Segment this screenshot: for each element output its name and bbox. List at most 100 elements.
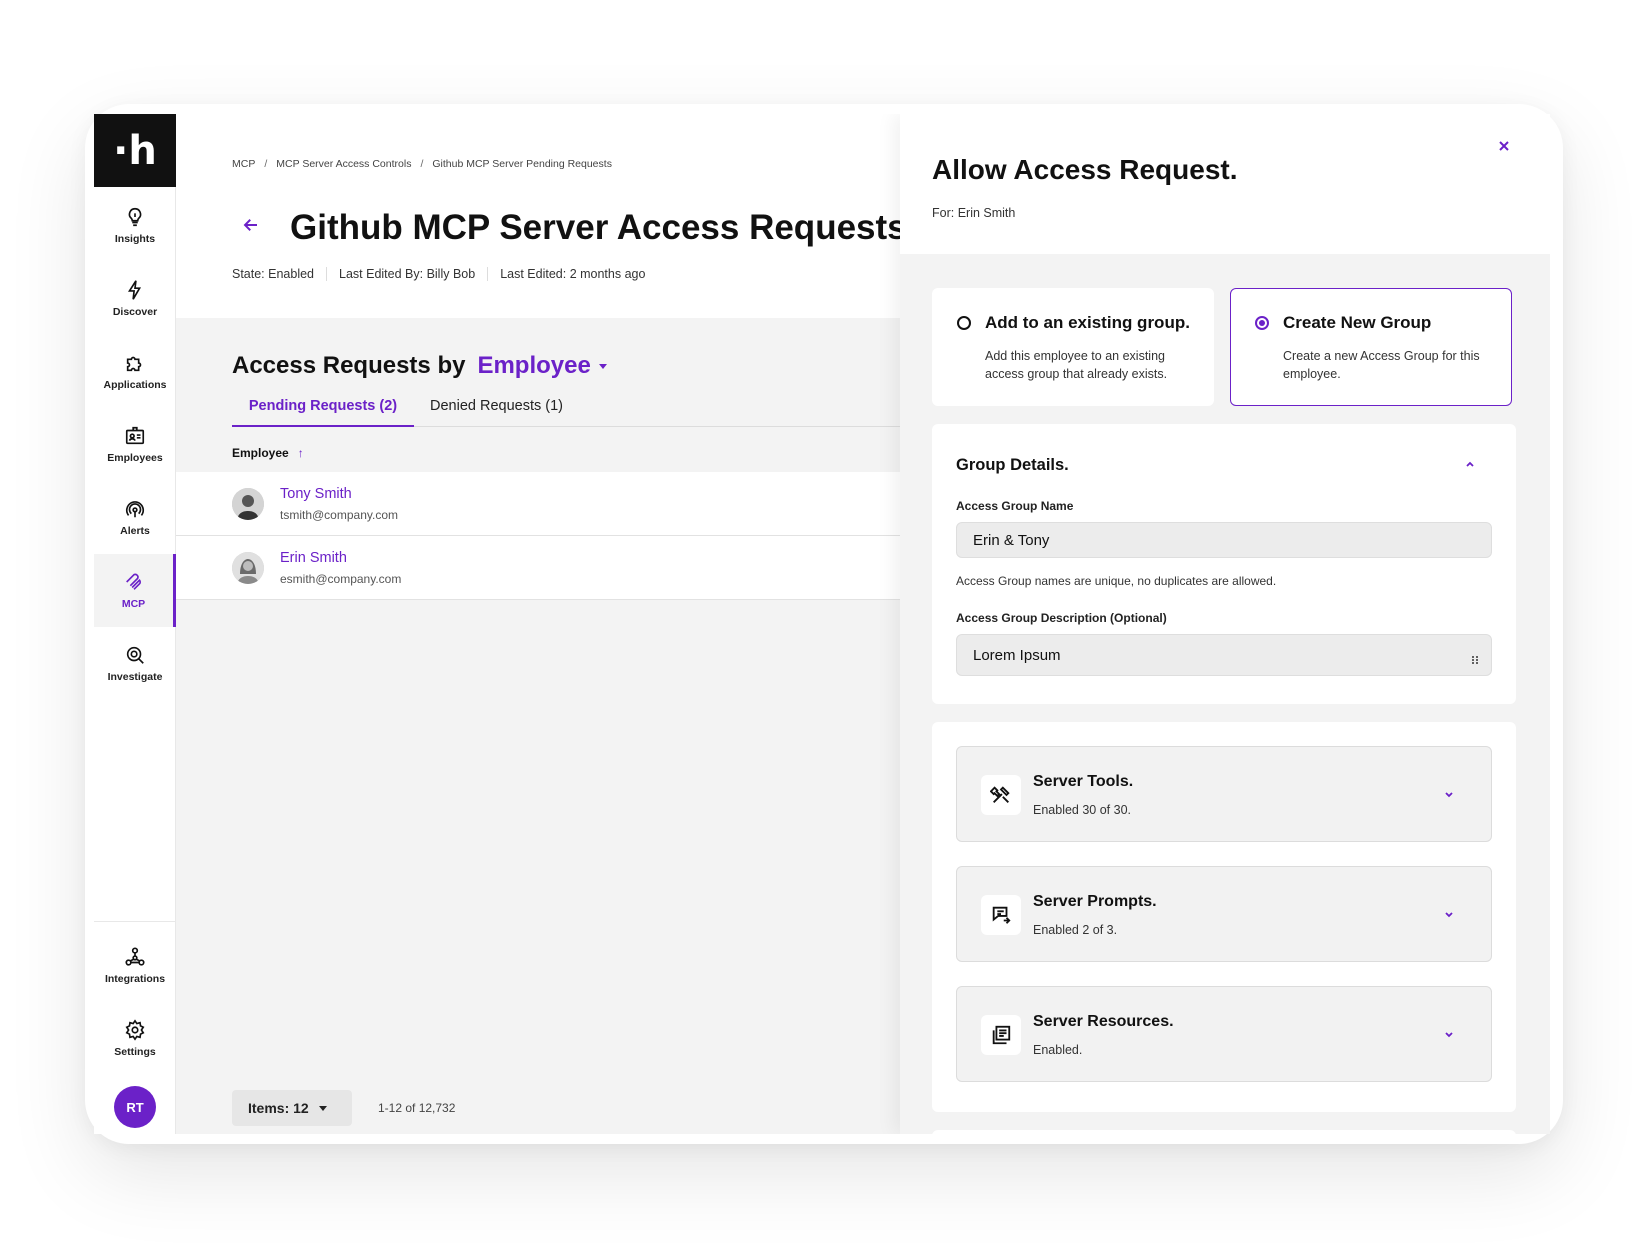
sidebar-item-insights[interactable]: Insights (94, 189, 176, 262)
panel-header: Allow Access Request. For: Erin Smith (900, 114, 1550, 254)
chevron-down-icon[interactable] (1443, 909, 1455, 921)
option-title: Add to an existing group. (985, 313, 1190, 332)
server-tools-status: Enabled 30 of 30. (1033, 803, 1131, 817)
sidebar-item-integrations[interactable]: Integrations (94, 929, 176, 1002)
panel-title: Allow Access Request. (932, 154, 1238, 185)
meta-state: State: Enabled (232, 267, 315, 281)
radio-create-new-group[interactable] (1255, 316, 1269, 330)
close-icon[interactable] (1496, 138, 1512, 154)
back-arrow-icon[interactable] (242, 216, 260, 234)
breadcrumb-item-current: Github MCP Server Pending Requests (432, 158, 612, 170)
puzzle-icon (126, 356, 142, 372)
signal-icon (125, 501, 145, 518)
breadcrumb-separator: / (264, 158, 268, 170)
group-details-card: Group Details. Access Group Name Erin & … (932, 424, 1516, 704)
chevron-up-icon[interactable] (1464, 458, 1476, 470)
sidebar-divider (94, 921, 176, 922)
person-photo-icon (232, 488, 264, 520)
caret-down-icon[interactable] (598, 364, 607, 369)
sidebar-item-investigate[interactable]: Investigate (94, 627, 176, 700)
page-title: Github MCP Server Access Requests (290, 208, 907, 247)
group-details-title: Group Details. (956, 456, 1069, 474)
sidebar-item-label: Alerts (120, 525, 150, 537)
server-resources-section[interactable]: Server Resources. Enabled. (956, 986, 1492, 1082)
server-permissions-card: Server Tools. Enabled 30 of 30. Server P… (932, 722, 1516, 1112)
sidebar-item-label: Investigate (107, 671, 163, 683)
page-meta: State: Enabled Last Edited By: Billy Bob… (232, 267, 657, 281)
main-content: MCP / MCP Server Access Controls / Githu… (176, 114, 907, 1134)
server-prompts-section[interactable]: Server Prompts. Enabled 2 of 3. (956, 866, 1492, 962)
table-row[interactable]: Tony Smith tsmith@company.com (176, 472, 906, 536)
group-name-input[interactable]: Erin & Tony (956, 522, 1492, 558)
sidebar-item-label: Employees (107, 452, 163, 464)
person-photo-icon (232, 552, 264, 584)
resize-grip-icon[interactable] (1471, 655, 1479, 665)
sort-ascending-icon[interactable]: ↑ (298, 446, 304, 460)
sidebar-item-alerts[interactable]: Alerts (94, 481, 176, 554)
mcp-icon (125, 573, 141, 590)
table-row[interactable]: Erin Smith esmith@company.com (176, 536, 906, 600)
items-per-page-select[interactable]: Items: 12 (232, 1090, 352, 1126)
employee-name[interactable]: Erin Smith (280, 550, 347, 566)
server-tools-section[interactable]: Server Tools. Enabled 30 of 30. (956, 746, 1492, 842)
meta-edited-by: Last Edited By: Billy Bob (326, 267, 487, 281)
sidebar-item-mcp[interactable]: MCP (94, 554, 176, 627)
chevron-down-icon[interactable] (1443, 789, 1455, 801)
next-card (932, 1130, 1516, 1134)
column-label: Employee (232, 446, 289, 460)
breadcrumb-item-mcp[interactable]: MCP (232, 158, 255, 170)
section-heading: Access Requests by Employee (232, 352, 607, 380)
sidebar-item-label: MCP (121, 598, 146, 610)
sidebar-item-employees[interactable]: Employees (94, 408, 176, 481)
chevron-down-icon[interactable] (1443, 1029, 1455, 1041)
lightbulb-icon (128, 207, 142, 227)
employee-name[interactable]: Tony Smith (280, 486, 352, 502)
server-prompts-title: Server Prompts. (1033, 893, 1157, 910)
server-prompts-status: Enabled 2 of 3. (1033, 923, 1118, 937)
group-description-label: Access Group Description (Optional) (956, 611, 1167, 625)
server-resources-status: Enabled. (1033, 1043, 1083, 1057)
sidebar-item-label: Applications (103, 379, 167, 391)
employee-column-header[interactable]: Employee ↑ (232, 446, 304, 460)
sidebar-item-discover[interactable]: Discover (94, 262, 176, 335)
sidebar-item-label: Insights (114, 233, 156, 245)
gear-icon (125, 1019, 145, 1041)
option-description: Create a new Access Group for this emplo… (1283, 349, 1480, 381)
sidebar-item-settings[interactable]: Settings (94, 1002, 176, 1075)
radio-existing-group[interactable] (957, 316, 971, 330)
group-by-dropdown[interactable]: Employee (477, 352, 590, 380)
group-name-label: Access Group Name (956, 499, 1074, 513)
employee-email: tsmith@company.com (280, 508, 398, 522)
breadcrumb: MCP / MCP Server Access Controls / Githu… (232, 158, 612, 170)
user-avatar[interactable]: RT (114, 1086, 156, 1128)
sidebar-item-applications[interactable]: Applications (94, 335, 176, 408)
pagination-info: 1-12 of 12,732 (378, 1101, 456, 1115)
group-name-value: Erin & Tony (973, 531, 1050, 549)
sidebar-item-label: Discover (112, 306, 158, 318)
group-name-hint: Access Group names are unique, no duplic… (956, 574, 1277, 588)
page-header: MCP / MCP Server Access Controls / Githu… (176, 114, 907, 318)
sidebar: ·h Insights Discover Applications Employ… (94, 114, 176, 1134)
request-tabs: Pending Requests (2) Denied Requests (1) (232, 391, 906, 427)
tab-denied-requests[interactable]: Denied Requests (1) (430, 398, 563, 427)
group-description-textarea[interactable]: Lorem Ipsum (956, 634, 1492, 676)
resources-icon (981, 1015, 1021, 1055)
option-description: Add this employee to an existing access … (985, 349, 1168, 381)
avatar (232, 552, 264, 584)
app-logo[interactable]: ·h (94, 114, 176, 187)
tab-pending-requests[interactable]: Pending Requests (2) (232, 398, 414, 427)
employee-email: esmith@company.com (280, 572, 402, 586)
breadcrumb-item-access-controls[interactable]: MCP Server Access Controls (276, 158, 411, 170)
id-badge-icon (125, 426, 145, 445)
integrations-icon (125, 947, 145, 966)
option-existing-group[interactable]: Add to an existing group. Add this emplo… (932, 288, 1214, 406)
prompt-icon (981, 895, 1021, 935)
avatar (232, 488, 264, 520)
panel-subtitle: For: Erin Smith (932, 206, 1016, 220)
option-create-new-group[interactable]: Create New Group Create a new Access Gro… (1230, 288, 1512, 406)
items-per-page-label: Items: 12 (248, 1100, 309, 1116)
app-screen: ·h Insights Discover Applications Employ… (94, 114, 1550, 1134)
bolt-icon (127, 280, 142, 300)
server-resources-title: Server Resources. (1033, 1013, 1174, 1030)
section-heading-text: Access Requests by (232, 352, 466, 379)
